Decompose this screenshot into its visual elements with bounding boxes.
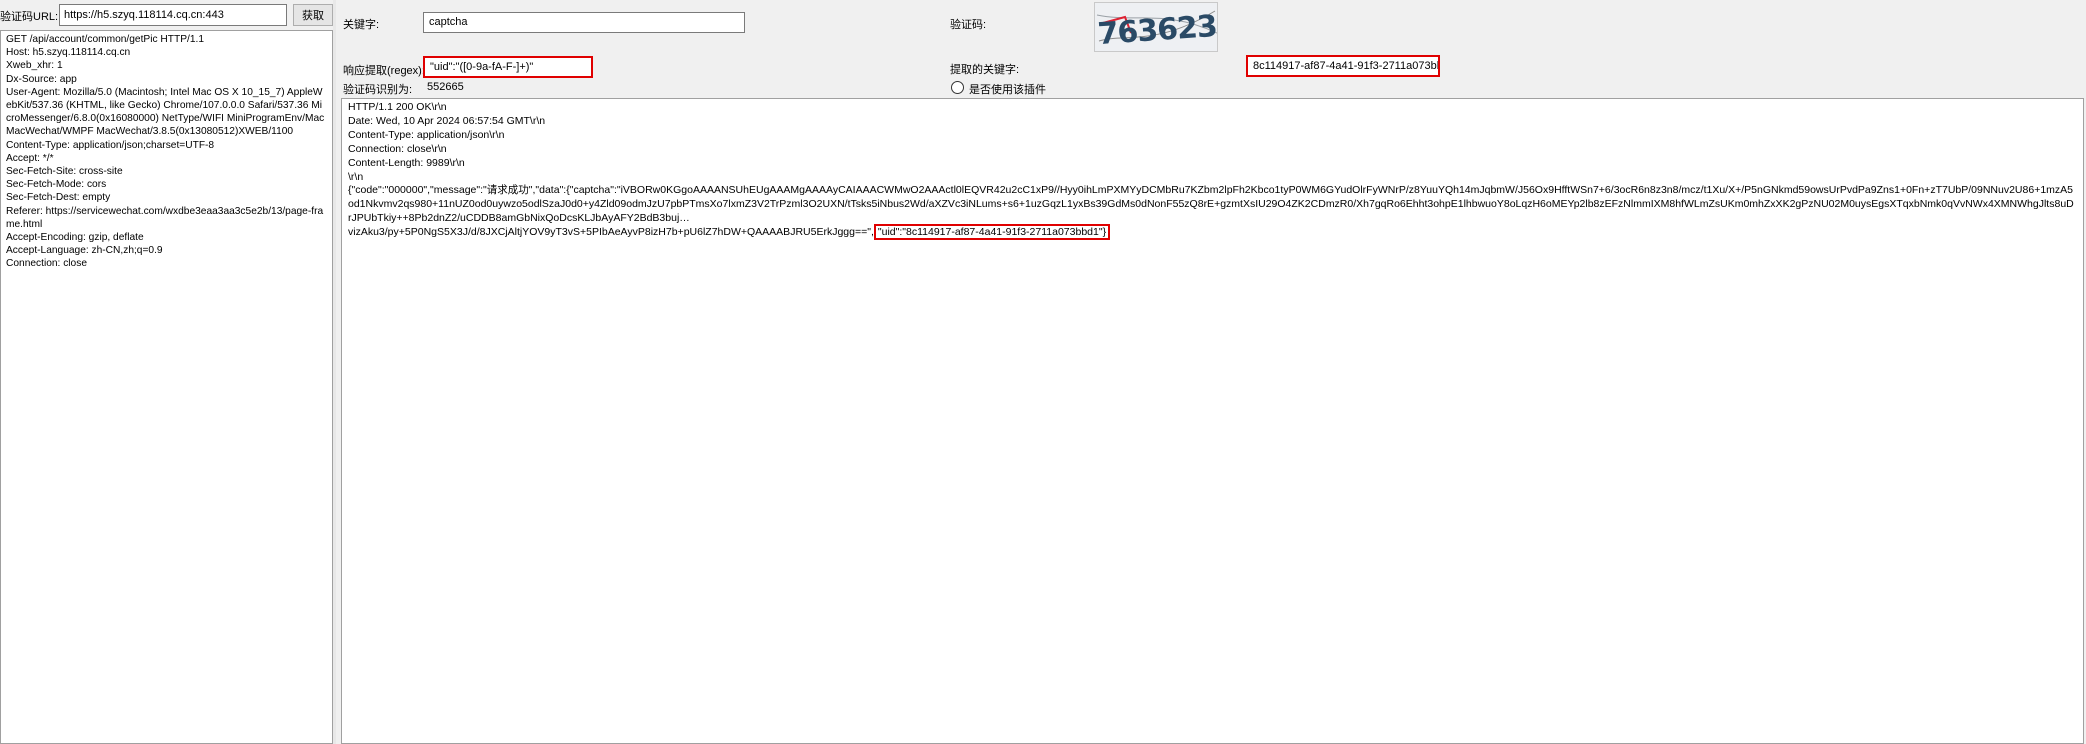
request-panel: 验证码URL: 获取 GET /api/account/common/getPi…: [0, 0, 333, 744]
request-line: Sec-Fetch-Mode: cors: [6, 179, 107, 191]
extracted-keyword-field[interactable]: 8c114917-af87-4a41-91f3-2711a073bbd1: [1246, 55, 1440, 77]
request-line: User-Agent: Mozilla/5.0 (Macintosh; Inte…: [6, 86, 328, 138]
request-textarea[interactable]: GET /api/account/common/getPic HTTP/1.1 H…: [0, 30, 333, 744]
request-line: GET /api/account/common/getPic HTTP/1.1: [6, 34, 204, 45]
settings-panel: 关键字: captcha 验证码: 763623 响应提取(regex): "u…: [336, 0, 2086, 744]
response-header-line: Date: Wed, 10 Apr 2024 06:57:54 GMT\r\n: [348, 114, 546, 127]
response-header-line: Content-Length: 9989\r\n: [348, 156, 465, 169]
url-row: 验证码URL: 获取: [0, 4, 333, 26]
request-line: Referer: https://servicewechat.com/wxdbe…: [6, 205, 324, 230]
matched-uid-highlight: "uid":"8c114917-af87-4a41-91f3-2711a073b…: [873, 224, 1111, 241]
regex-label: 响应提取(regex):: [343, 65, 425, 77]
response-headers: HTTP/1.1 200 OK\r\n Date: Wed, 10 Apr 202…: [348, 101, 2077, 184]
request-line: Sec-Fetch-Site: cross-site: [6, 166, 123, 178]
request-line: Accept-Language: zh-CN,zh;q=0.9: [6, 245, 163, 257]
captcha-label: 验证码:: [950, 19, 987, 31]
result-value: 552665: [427, 81, 464, 93]
response-header-line: Connection: close\r\n: [348, 142, 447, 155]
response-textarea[interactable]: HTTP/1.1 200 OK\r\n Date: Wed, 10 Apr 202…: [341, 98, 2084, 744]
response-body: {"code":"000000","message":"请求成功","data"…: [348, 184, 2077, 241]
extract-label: 提取的关键字:: [950, 64, 1020, 76]
captcha-image[interactable]: 763623: [1094, 2, 1218, 52]
fetch-button[interactable]: 获取: [293, 4, 333, 26]
request-line: Connection: close: [6, 258, 87, 270]
request-line: Sec-Fetch-Dest: empty: [6, 192, 111, 204]
request-line: Accept-Encoding: gzip, deflate: [6, 232, 144, 244]
result-label: 验证码识别为:: [343, 84, 413, 96]
request-line: Content-Type: application/json;charset=U…: [6, 139, 215, 151]
use-plugin-label: 是否使用该插件: [969, 84, 1046, 96]
keyword-input[interactable]: captcha: [423, 12, 745, 33]
use-plugin-radio[interactable]: [951, 81, 964, 94]
request-line: Host: h5.szyq.118114.cq.cn: [6, 47, 131, 59]
response-body-end: vizAku3/py+5P0NgS5X3J/d/8JXCjAltjYOV9yT3…: [348, 226, 874, 239]
url-input[interactable]: [59, 4, 287, 26]
response-body-hidden: …: [679, 212, 690, 225]
request-line: Xweb_xhr: 1: [6, 60, 63, 72]
url-label: 验证码URL:: [0, 11, 59, 23]
captcha-text: 763623: [1096, 9, 1217, 52]
response-body-start: {"code":"000000","message":"请求成功","data"…: [348, 184, 2074, 225]
request-line: Dx-Source: app: [6, 73, 77, 85]
keyword-label: 关键字:: [343, 19, 380, 31]
regex-input[interactable]: "uid":"([0-9a-fA-F-]+)": [423, 56, 593, 78]
response-header-line: HTTP/1.1 200 OK\r\n: [348, 101, 447, 113]
response-header-line: Content-Type: application/json\r\n: [348, 128, 505, 141]
response-header-line: \r\n: [348, 170, 364, 183]
request-line: Accept: */*: [6, 152, 54, 164]
